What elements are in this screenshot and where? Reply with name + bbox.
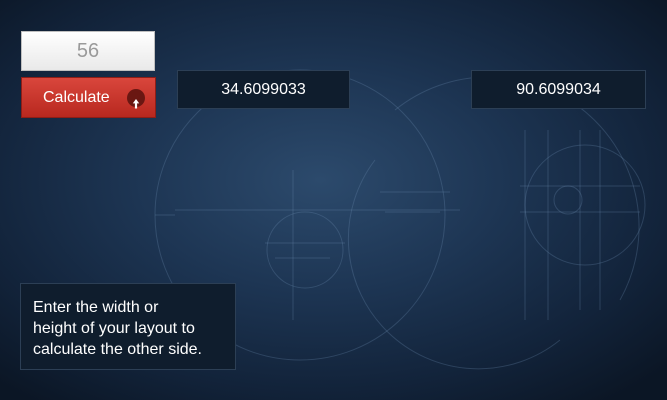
result-value-first: 34.6099033 [177,70,350,109]
arrow-up-circle-icon [127,89,145,109]
instructions-text: Enter the width or height of your layout… [20,283,236,370]
calculate-button[interactable]: Calculate [21,77,156,118]
calculate-button-label: Calculate [43,89,110,106]
result-value-second: 90.6099034 [471,70,646,109]
dimension-input[interactable]: 56 [21,31,155,71]
